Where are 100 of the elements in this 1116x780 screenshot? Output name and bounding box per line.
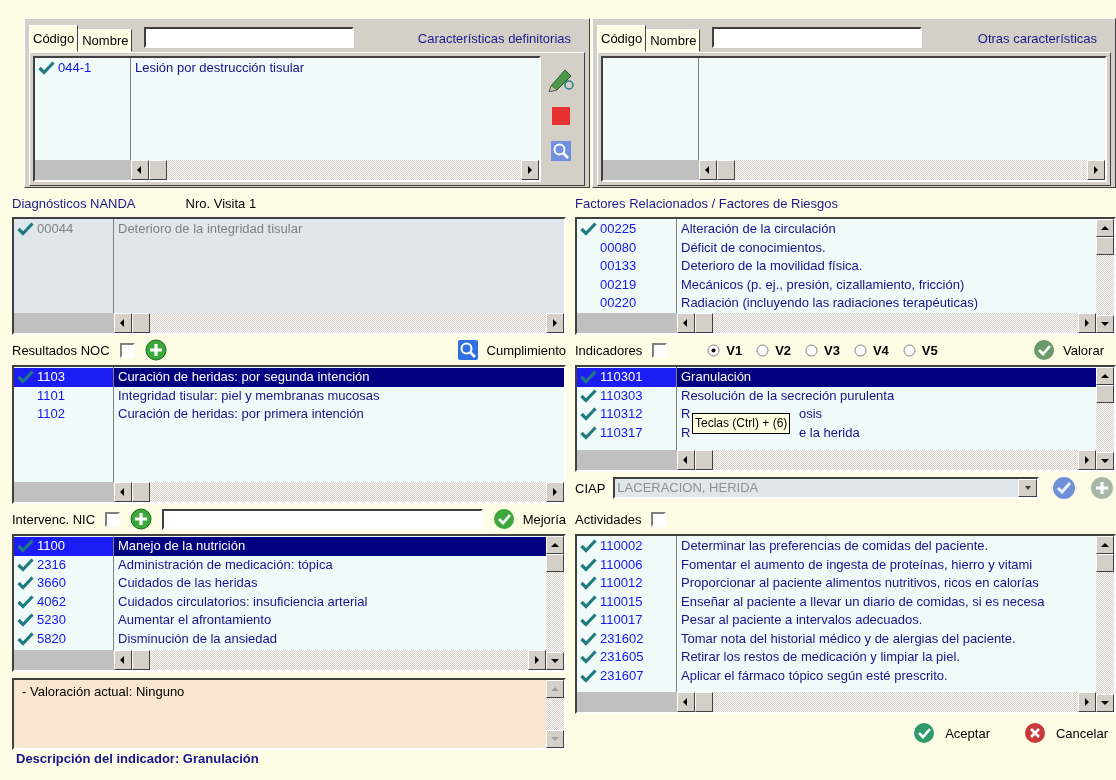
scroll-left-button[interactable] xyxy=(677,313,695,333)
add-icon[interactable] xyxy=(130,508,153,530)
tab[interactable]: Código xyxy=(597,25,647,52)
scroll-left-button[interactable] xyxy=(699,160,717,180)
horizontal-scrollbar[interactable] xyxy=(114,650,546,670)
checkbox[interactable] xyxy=(652,342,668,358)
scroll-left-button[interactable] xyxy=(677,692,695,712)
scroll-up-button[interactable] xyxy=(1096,536,1114,554)
scroll-thumb[interactable] xyxy=(695,692,713,712)
description-cell[interactable]: Granulación xyxy=(677,368,1096,387)
version-radio[interactable]: V2 xyxy=(756,342,792,358)
scroll-left-button[interactable] xyxy=(114,650,132,670)
version-radio[interactable]: V1 xyxy=(707,342,743,358)
description-cell[interactable]: Retirar los restos de medicación y limpiar la piel. xyxy=(677,648,1096,667)
checkbox[interactable] xyxy=(119,342,135,358)
scroll-left-button[interactable] xyxy=(677,450,695,470)
scroll-down-button[interactable] xyxy=(1096,315,1114,333)
description-cell[interactable]: Enseñar al paciente a llevar un diario de comidas, si es necesa xyxy=(677,592,1096,611)
scroll-thumb[interactable] xyxy=(132,482,150,502)
scroll-thumb[interactable] xyxy=(1096,554,1114,572)
check-disc-icon[interactable] xyxy=(1051,475,1078,501)
scroll-up-button[interactable] xyxy=(546,680,564,698)
description-cell[interactable]: Aplicar el fármaco tópico según esté prescrito. xyxy=(677,666,1096,685)
scroll-thumb[interactable] xyxy=(546,554,564,572)
radio-icon[interactable] xyxy=(756,343,770,357)
radio-icon[interactable] xyxy=(707,343,721,357)
horizontal-scrollbar[interactable] xyxy=(677,313,1096,333)
scroll-right-button[interactable] xyxy=(546,482,564,502)
scroll-up-button[interactable] xyxy=(1096,219,1114,237)
description-cell[interactable]: Curación de heridas: por primera intención xyxy=(114,405,564,424)
description-cell[interactable]: Aumentar el afrontamiento xyxy=(114,611,546,630)
scroll-right-button[interactable] xyxy=(1078,692,1096,712)
search-icon[interactable] xyxy=(550,140,572,162)
search-field[interactable] xyxy=(144,27,355,48)
code-cell[interactable]: 110301 xyxy=(577,368,676,387)
version-radio[interactable]: V4 xyxy=(853,342,889,358)
scroll-right-button[interactable] xyxy=(1087,160,1105,180)
description-cell[interactable]: Déficit de conocimientos. xyxy=(677,238,1096,257)
vertical-scrollbar[interactable] xyxy=(1096,536,1114,712)
scroll-right-button[interactable] xyxy=(1078,313,1096,333)
horizontal-scrollbar[interactable] xyxy=(677,692,1096,712)
scroll-thumb[interactable] xyxy=(132,650,150,670)
accept-button[interactable]: Aceptar xyxy=(913,722,990,744)
tab[interactable]: Nombre xyxy=(78,29,133,52)
description-cell[interactable]: Cuidados de las heridas xyxy=(114,574,546,593)
scroll-left-button[interactable] xyxy=(114,313,132,333)
description-cell[interactable]: Alteración de la circulación xyxy=(677,220,1096,239)
scroll-left-button[interactable] xyxy=(114,482,132,502)
description-cell[interactable]: Resolución de la secreción purulenta xyxy=(677,386,1096,405)
scroll-right-button[interactable] xyxy=(521,160,539,180)
vertical-scrollbar[interactable] xyxy=(546,680,564,748)
horizontal-scrollbar[interactable] xyxy=(114,482,564,502)
description-cell[interactable]: Administración de medicación: tópica xyxy=(114,555,546,574)
scroll-thumb[interactable] xyxy=(1096,237,1114,255)
vertical-scrollbar[interactable] xyxy=(1096,367,1114,470)
scroll-thumb[interactable] xyxy=(695,450,713,470)
vertical-scrollbar[interactable] xyxy=(1096,219,1114,333)
description-cell[interactable]: Manejo de la nutrición xyxy=(114,537,546,556)
description-cell[interactable]: Cuidados circulatorios: insuficiencia arterial xyxy=(114,592,546,611)
radio-icon[interactable] xyxy=(805,343,819,357)
horizontal-scrollbar[interactable] xyxy=(131,160,539,180)
mejoria-button[interactable]: Mejoría xyxy=(492,508,566,530)
description-cell[interactable]: Mecánicos (p. ej., presión, cizallamiento, fricción) xyxy=(677,275,1096,294)
description-cell[interactable]: Tomar nota del historial médico y de alergias del paciente. xyxy=(677,629,1096,648)
tab[interactable]: Código xyxy=(29,25,79,52)
version-radio[interactable]: V5 xyxy=(902,342,938,358)
description-cell[interactable]: Disminución de la ansiedad xyxy=(114,629,546,648)
stop-icon[interactable] xyxy=(551,106,571,126)
scroll-right-button[interactable] xyxy=(546,313,564,333)
horizontal-scrollbar[interactable] xyxy=(677,450,1096,470)
scroll-thumb[interactable] xyxy=(1096,385,1114,403)
description-cell[interactable]: Curación de heridas: por segunda intención xyxy=(114,368,564,387)
radio-icon[interactable] xyxy=(853,343,867,357)
scroll-thumb[interactable] xyxy=(695,313,713,333)
scroll-right-button[interactable] xyxy=(528,650,546,670)
tab[interactable]: Nombre xyxy=(646,29,701,52)
scroll-thumb[interactable] xyxy=(717,160,735,180)
version-radio[interactable]: V3 xyxy=(805,342,840,358)
description-cell[interactable]: Proporcionar al paciente alimentos nutritivos, ricos en calorías xyxy=(677,574,1096,593)
vertical-scrollbar[interactable] xyxy=(546,536,564,670)
description-cell[interactable]: Lesión por destrucción tisular xyxy=(131,59,539,78)
scroll-down-button[interactable] xyxy=(1096,694,1114,712)
scroll-up-button[interactable] xyxy=(546,536,564,554)
add-icon[interactable] xyxy=(144,339,167,361)
description-cell[interactable]: Fomentar el aumento de ingesta de proteínas, hierro y vitami xyxy=(677,555,1096,574)
cancel-button[interactable]: Cancelar xyxy=(1023,722,1108,744)
search-field[interactable] xyxy=(162,508,483,530)
checkbox[interactable] xyxy=(105,511,121,527)
scroll-left-button[interactable] xyxy=(131,160,149,180)
scroll-thumb[interactable] xyxy=(132,313,150,333)
scroll-thumb[interactable] xyxy=(149,160,167,180)
description-cell[interactable]: Pesar al paciente a intervalos adecuados. xyxy=(677,611,1096,630)
description-cell[interactable]: Radiación (incluyendo las radiaciones terapéuticas) xyxy=(677,294,1096,313)
description-cell[interactable]: Deterioro de la movilidad física. xyxy=(677,257,1096,276)
checkbox[interactable] xyxy=(651,511,667,527)
valorar-button[interactable]: Valorar xyxy=(1033,339,1104,361)
horizontal-scrollbar[interactable] xyxy=(699,160,1105,180)
code-cell[interactable]: 1100 xyxy=(14,537,113,556)
description-cell[interactable]: Determinar las preferencias de comidas del paciente. xyxy=(677,537,1096,556)
scroll-up-button[interactable] xyxy=(1096,367,1114,385)
